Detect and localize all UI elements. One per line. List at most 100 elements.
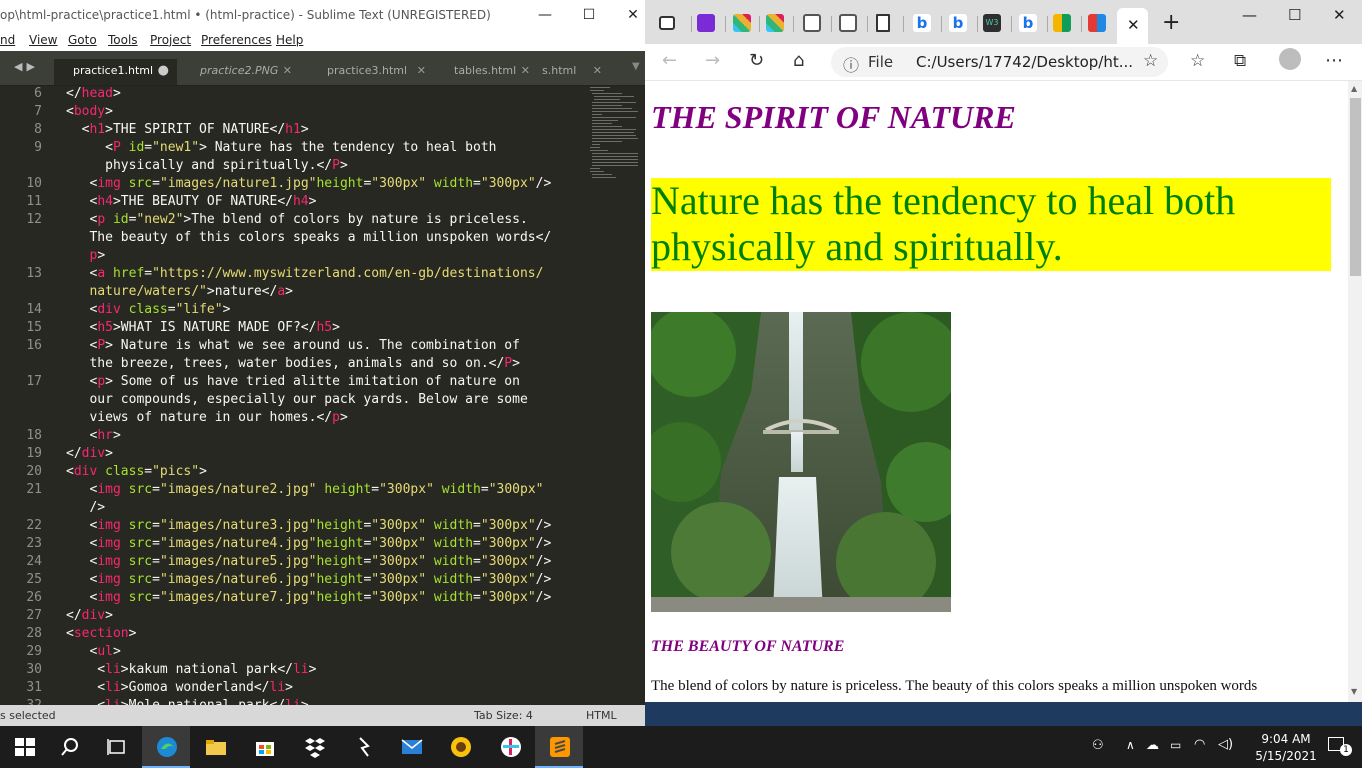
tab-mail-icon[interactable]	[697, 14, 715, 32]
slack-icon[interactable]	[486, 726, 534, 768]
info-icon[interactable]: ⓘ	[843, 52, 859, 76]
menu-item-partial[interactable]: nd	[0, 33, 15, 47]
search-icon[interactable]	[45, 726, 93, 768]
show-hidden-icons[interactable]: ∧	[1126, 738, 1135, 752]
home-icon[interactable]: ⌂	[793, 51, 804, 71]
close-tab-icon[interactable]: ✕	[417, 59, 426, 83]
minimize-button[interactable]: —	[522, 0, 568, 31]
maximize-button[interactable]: ☐	[566, 0, 612, 31]
code-token: <	[66, 122, 90, 137]
menu-item-goto[interactable]: Goto	[68, 33, 97, 47]
tab-nav-arrows-icon[interactable]: ◀▶	[14, 60, 39, 73]
code-token: >	[112, 428, 121, 443]
code-token: =	[144, 266, 153, 281]
tab-app-icon[interactable]	[1088, 14, 1106, 32]
address-url[interactable]: C:/Users/17742/Desktop/ht...	[916, 53, 1133, 71]
tab-bing-icon[interactable]: b	[913, 14, 931, 32]
volume-icon[interactable]: ◁)	[1218, 737, 1233, 752]
code-token: li	[105, 680, 121, 695]
tab-practice2[interactable]: practice2.PNG ✕	[182, 59, 300, 85]
battery-icon[interactable]: ▭	[1170, 738, 1181, 752]
clock-time[interactable]: 9:04 AM	[1254, 732, 1318, 746]
onedrive-icon[interactable]: ☁	[1146, 738, 1159, 753]
address-bar[interactable]: ⓘ File C:/Users/17742/Desktop/ht...	[831, 47, 1168, 77]
close-tab-icon[interactable]: ✕	[521, 59, 530, 83]
tab-overflow-icon[interactable]: ▼	[632, 61, 640, 72]
forward-icon[interactable]: →	[705, 51, 720, 71]
task-view-icon[interactable]	[92, 726, 140, 768]
more-menu-icon[interactable]: ⋯	[1325, 51, 1343, 71]
file-explorer-icon[interactable]	[191, 726, 239, 768]
profile-avatar[interactable]	[1279, 48, 1301, 70]
maximize-button[interactable]: ☐	[1288, 6, 1301, 24]
tab-bing-icon[interactable]: b	[949, 14, 967, 32]
sunflower-icon[interactable]	[436, 726, 484, 768]
tab-document-icon[interactable]	[803, 14, 821, 32]
scroll-up-icon[interactable]: ▲	[1351, 84, 1357, 93]
code-token: width	[433, 572, 474, 587]
tab-label: s.html	[542, 64, 577, 77]
code-token: >THE SPIRIT OF NATURE</	[105, 122, 286, 137]
code-token: a	[97, 266, 106, 281]
menu-item-view[interactable]: View	[29, 33, 57, 47]
add-favorite-icon[interactable]: ☆	[1143, 51, 1158, 71]
code-token: h5	[97, 320, 113, 335]
status-bar: s selected Tab Size: 4 HTML	[0, 705, 645, 726]
vertical-scrollbar[interactable]: ▲ ▼	[1348, 81, 1362, 702]
sublime-titlebar[interactable]: op\html-practice\practice1.html • (html-…	[0, 0, 645, 31]
start-button[interactable]	[0, 726, 48, 768]
code-token: "300px"	[379, 482, 434, 497]
back-icon[interactable]: ←	[662, 51, 677, 71]
unsaved-dot-icon[interactable]: ●	[158, 59, 169, 83]
tab-site-icon[interactable]: W3	[983, 14, 1001, 32]
sublime-taskbar-icon[interactable]	[535, 726, 583, 768]
menu-item-tools[interactable]: Tools	[108, 33, 138, 47]
browser-tab-strip: b b W3 b ✕ + — ☐ ✕	[645, 0, 1362, 44]
close-tab-icon[interactable]: ✕	[593, 59, 602, 83]
tab-slack-icon[interactable]	[766, 14, 784, 32]
tab-app-icon[interactable]	[1053, 14, 1071, 32]
menu-item-help[interactable]: Help	[276, 33, 303, 47]
refresh-icon[interactable]: ↻	[749, 51, 764, 71]
code-line: physically and spiritually.</P>	[66, 157, 348, 175]
code-token: >	[199, 464, 207, 479]
syntax-status[interactable]: HTML	[586, 705, 617, 726]
tab-page-icon[interactable]	[876, 14, 890, 32]
scroll-down-icon[interactable]: ▼	[1351, 687, 1357, 696]
close-window-button[interactable]: ✕	[1333, 6, 1346, 24]
collections-icon[interactable]: ⧉	[1234, 51, 1246, 71]
tab-actions-icon[interactable]	[659, 16, 675, 30]
tab-bing-icon[interactable]: b	[1019, 14, 1037, 32]
mail-icon[interactable]	[387, 726, 435, 768]
close-button[interactable]: ✕	[610, 0, 645, 31]
dropbox-icon[interactable]	[290, 726, 338, 768]
code-token: width	[433, 518, 474, 533]
edge-taskbar-icon[interactable]	[142, 726, 190, 768]
code-editor[interactable]: </head> <body> <h1>THE SPIRIT OF NATURE</…	[66, 85, 586, 713]
scrollbar-thumb[interactable]	[1350, 98, 1361, 276]
menu-item-project[interactable]: Project	[150, 33, 191, 47]
code-line: </head>	[66, 85, 121, 103]
line-number: 26	[26, 590, 42, 605]
clock-date[interactable]: 5/15/2021	[1254, 749, 1318, 763]
close-tab-icon[interactable]: ✕	[1127, 16, 1140, 34]
wifi-icon[interactable]: ◠	[1194, 737, 1205, 752]
favorites-icon[interactable]: ☆	[1190, 51, 1205, 71]
new-tab-icon[interactable]: +	[1162, 12, 1180, 34]
store-icon[interactable]	[240, 726, 288, 768]
tab-tables[interactable]: tables.html ✕	[440, 59, 530, 85]
tab-slack-icon[interactable]	[733, 14, 751, 32]
tab-document-icon[interactable]	[839, 14, 857, 32]
tab-size-status[interactable]: Tab Size: 4	[474, 705, 533, 726]
vscode-like-icon[interactable]	[338, 726, 386, 768]
menu-item-preferences[interactable]: Preferences	[201, 33, 272, 47]
minimap[interactable]	[586, 85, 642, 185]
code-line: <h1>THE SPIRIT OF NATURE</h1>	[66, 121, 309, 139]
minimize-button[interactable]: —	[1242, 6, 1257, 24]
tab-practice1[interactable]: practice1.html ●	[54, 59, 177, 85]
line-number: 9	[34, 140, 42, 155]
close-tab-icon[interactable]: ✕	[283, 59, 292, 83]
people-icon[interactable]: ⚇	[1092, 738, 1104, 753]
tab-practice3[interactable]: practice3.html ✕	[310, 59, 434, 85]
tab-partial[interactable]: s.html ✕	[542, 59, 610, 85]
